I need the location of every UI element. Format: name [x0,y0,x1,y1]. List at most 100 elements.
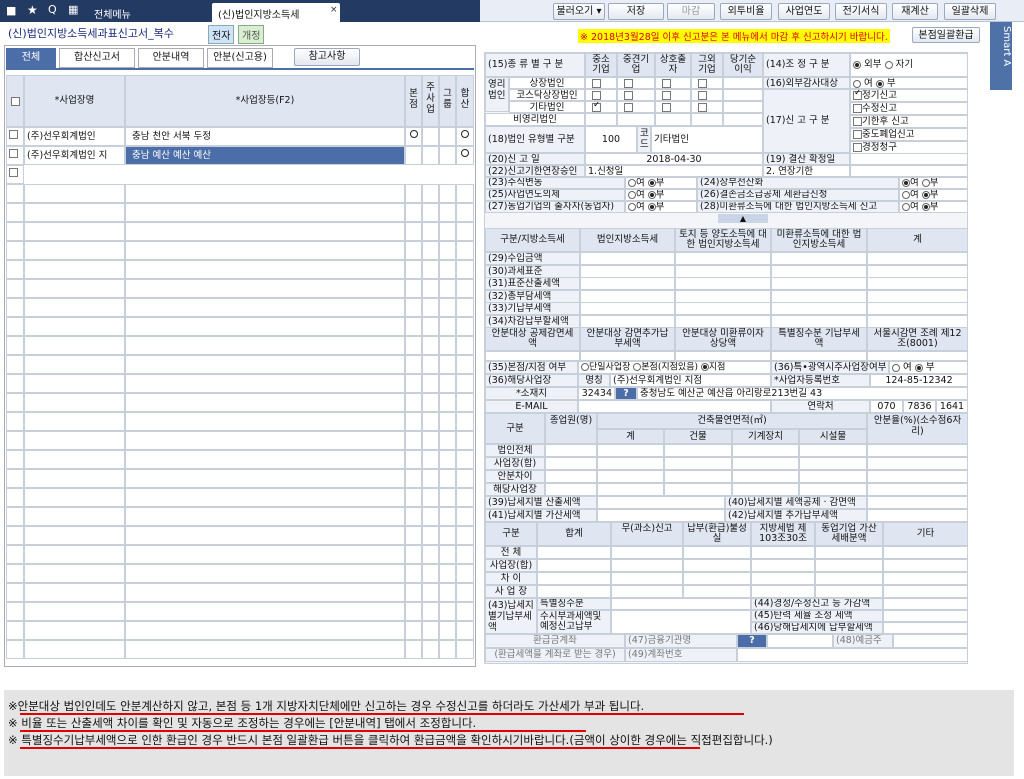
k2-row[interactable]: 수정신고 [850,102,968,115]
t3-cell[interactable] [545,457,597,470]
yn-radio[interactable]: 여 부 [625,177,697,189]
type-cell[interactable] [585,77,617,89]
amend-checkbox[interactable] [853,104,862,113]
claim-checkbox[interactable] [853,143,862,152]
t4-cell[interactable] [537,585,611,598]
t1-cell[interactable] [675,252,771,265]
t4-cell[interactable] [751,585,815,598]
l20-input[interactable]: 2018-04-30 [585,153,763,165]
late-checkbox[interactable] [853,117,862,126]
grid-row-cell[interactable] [6,450,24,469]
radio-branch[interactable] [700,363,709,371]
t1-cell[interactable] [771,314,867,328]
menu-icon[interactable]: ■ [6,4,16,17]
row2-addr[interactable]: 충남 예산 예산 예산 [125,146,405,165]
t3-cell[interactable] [597,444,664,457]
t3-cell[interactable] [867,457,968,470]
t4-cell[interactable] [683,585,751,598]
t3-cell[interactable] [732,470,799,483]
t3-cell[interactable] [664,444,732,457]
t1-cell[interactable] [771,302,867,315]
type-checkbox[interactable] [698,103,707,112]
t2-r5[interactable] [867,351,968,361]
t3-cell[interactable] [597,483,664,496]
grid-row-cell[interactable] [6,393,24,412]
radio-yes[interactable] [892,363,900,372]
t1-cell[interactable] [675,302,771,315]
t2-r4[interactable] [771,351,867,361]
l46-input[interactable] [883,622,968,634]
t1-cell[interactable] [867,302,968,315]
l22b-input[interactable] [850,165,968,177]
t1-cell[interactable] [580,264,675,278]
t4-cell[interactable] [751,559,815,572]
t1-cell[interactable] [580,302,675,315]
type-checkbox[interactable] [624,103,633,112]
regular-checkbox[interactable] [853,90,862,100]
type-cell[interactable] [655,89,691,101]
row1-check[interactable] [6,127,24,146]
grid-row-cell[interactable] [6,583,24,602]
t1-cell[interactable] [580,277,675,290]
l39-input[interactable] [597,496,725,509]
t4-cell[interactable] [537,546,611,559]
l40-input[interactable] [867,496,968,509]
closure-checkbox[interactable] [853,130,862,139]
tab-menu[interactable]: 전체메뉴 [88,3,137,22]
val-email[interactable] [578,400,771,413]
grid-row-cell[interactable] [6,355,24,374]
tel3[interactable]: 1641 [936,400,968,413]
k3-row[interactable]: 기한후 신고 [850,115,968,128]
grid-row-cell[interactable] [6,431,24,450]
grid-row-cell[interactable] [6,488,24,507]
radio-no[interactable] [647,179,656,187]
type-cell[interactable] [691,77,723,89]
t4-cell[interactable] [751,572,815,585]
reference-button[interactable]: 참고사항 [294,48,360,66]
type-cell[interactable] [585,113,617,126]
t4-cell[interactable] [683,546,751,559]
val-addr[interactable]: 충청남도 예산군 예산읍 아리랑로213번길 43 [637,387,968,400]
radio-yes[interactable] [902,191,910,199]
grid-row-cell[interactable] [6,526,24,545]
type-checkbox[interactable] [662,91,671,100]
audit-radio[interactable]: 여 부 [850,77,968,89]
l43a-input[interactable] [611,598,751,610]
grid-row-cell[interactable] [6,317,24,336]
radio-yes[interactable] [902,179,910,187]
type-cell[interactable] [691,101,723,113]
type-cell[interactable] [617,101,655,113]
t1-cell[interactable] [675,289,771,303]
l42-input[interactable] [867,509,968,522]
type-checkbox[interactable] [698,91,707,100]
l19-input[interactable] [850,153,968,165]
t4-cell[interactable] [611,559,683,572]
refund-all-button[interactable]: 본점일괄환급 [912,27,980,43]
t3-cell[interactable] [664,483,732,496]
t1-cell[interactable] [580,314,675,328]
t1-cell[interactable] [771,264,867,278]
t3-cell[interactable] [799,470,867,483]
bank-search-button[interactable]: ? [737,634,767,648]
tab-active[interactable]: (신)법인지방소득세 [212,3,340,22]
grid-row-cell[interactable] [6,469,24,488]
row-checkbox[interactable] [9,168,18,177]
row1-name[interactable]: (주)선우회계법인 [24,127,125,146]
subtab-allocation-report[interactable]: 안분(신고용) [207,48,273,68]
prev-form-button[interactable]: 전기서식 [835,3,887,20]
close-icon[interactable]: × [330,5,338,15]
t3-cell[interactable] [732,457,799,470]
type-checkbox[interactable] [624,91,633,100]
row3-check[interactable] [6,165,24,184]
yn-radio[interactable]: 여 부 [899,201,968,213]
t1-cell[interactable] [675,264,771,278]
t4-cell[interactable] [537,559,611,572]
radio-yes[interactable] [902,203,910,211]
type-cell[interactable] [655,101,691,113]
t4-cell[interactable] [815,559,883,572]
t1-cell[interactable] [580,252,675,265]
search-icon[interactable]: Q [48,3,57,16]
row1-addr[interactable]: 충남 천안 서북 두정 [125,127,405,146]
l48-input[interactable] [893,634,968,648]
t1-cell[interactable] [771,252,867,265]
